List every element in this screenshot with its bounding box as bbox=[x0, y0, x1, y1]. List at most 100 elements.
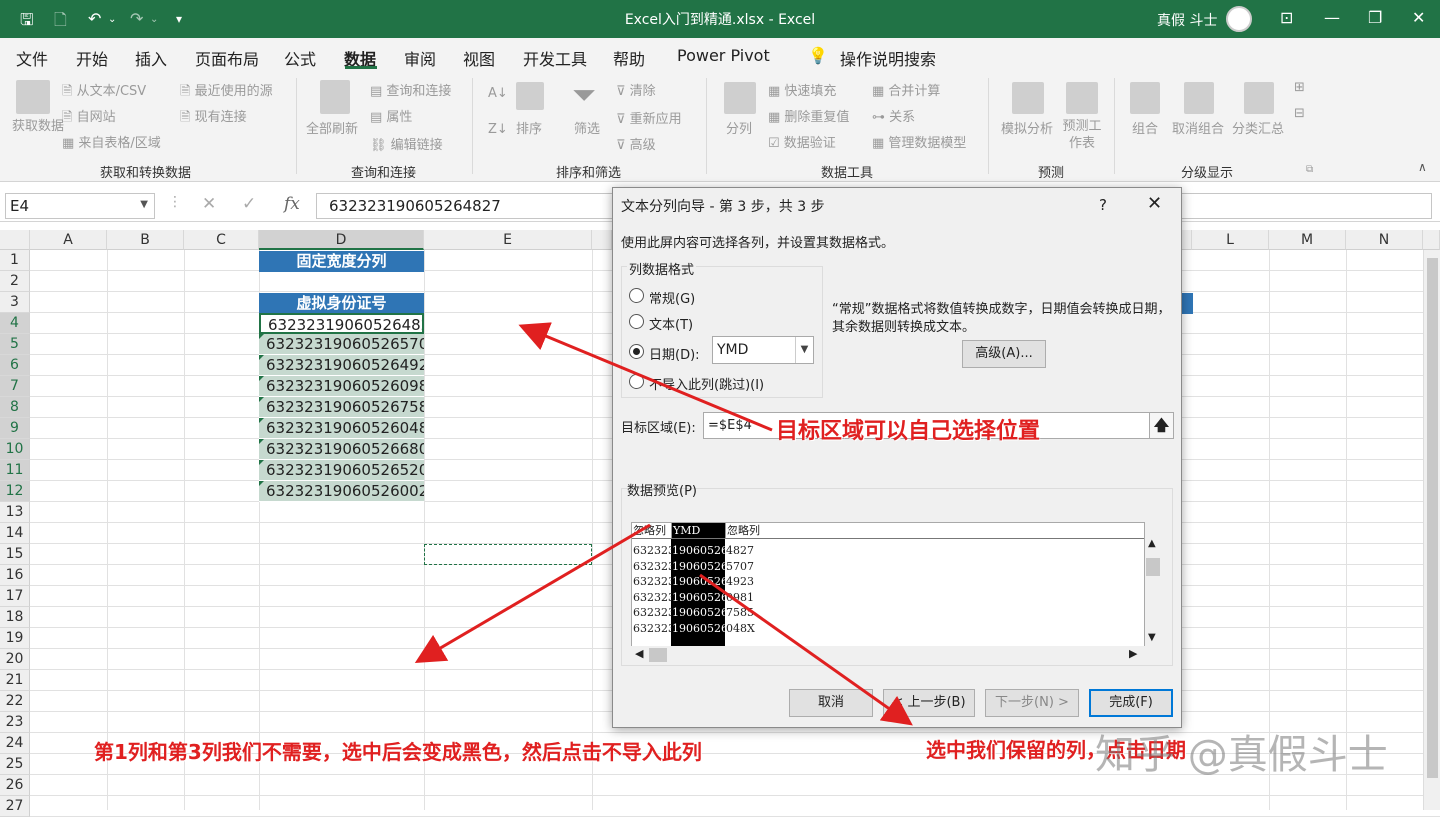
radio-general[interactable] bbox=[629, 288, 644, 303]
preview-horizontal-scrollbar[interactable]: ◀ ▶ bbox=[631, 646, 1145, 664]
properties-button[interactable]: ▤ 属性 bbox=[370, 106, 412, 125]
scroll-up-icon[interactable]: ▲ bbox=[1148, 538, 1156, 549]
row-header[interactable]: 11 bbox=[0, 460, 30, 481]
tab-page-layout[interactable]: 页面布局 bbox=[195, 46, 259, 70]
tab-review[interactable]: 审阅 bbox=[404, 46, 436, 70]
sort-button[interactable]: 排序 bbox=[516, 118, 542, 137]
sheet-vertical-scrollbar[interactable] bbox=[1423, 250, 1440, 810]
avatar[interactable] bbox=[1226, 6, 1252, 32]
col-header-c[interactable]: C bbox=[184, 230, 259, 250]
close-icon[interactable]: ✕ bbox=[1147, 193, 1162, 214]
flash-fill-button[interactable]: ▦ 快速填充 bbox=[768, 80, 836, 99]
tab-home[interactable]: 开始 bbox=[76, 46, 108, 70]
radio-general-label[interactable]: 常规(G) bbox=[649, 288, 695, 307]
preview-vertical-scrollbar[interactable]: ▲ ▼ bbox=[1145, 538, 1161, 648]
row-header[interactable]: 17 bbox=[0, 586, 30, 607]
name-box[interactable]: E4 ▼ bbox=[5, 193, 155, 219]
col-header-f[interactable] bbox=[592, 230, 612, 250]
row-header[interactable]: 20 bbox=[0, 649, 30, 670]
col-header-n[interactable]: N bbox=[1346, 230, 1423, 250]
ungroup-button[interactable]: 取消组合 bbox=[1172, 118, 1224, 137]
radio-date-label[interactable]: 日期(D): bbox=[649, 344, 700, 363]
cancel-button[interactable]: 取消 bbox=[789, 689, 873, 717]
queries-connections-button[interactable]: ▤ 查询和连接 bbox=[370, 80, 451, 99]
row-header[interactable]: 18 bbox=[0, 607, 30, 628]
col-header-k[interactable] bbox=[1182, 230, 1192, 250]
next-button[interactable]: 下一步(N) > bbox=[985, 689, 1079, 717]
tab-file[interactable]: 文件 bbox=[16, 46, 48, 70]
row-header[interactable]: 19 bbox=[0, 628, 30, 649]
scroll-right-icon[interactable]: ▶ bbox=[1129, 647, 1137, 660]
scrollbar-thumb[interactable] bbox=[1427, 258, 1438, 778]
consolidate-button[interactable]: ▦ 合并计算 bbox=[872, 80, 940, 99]
get-data-button[interactable]: 获取数据 bbox=[12, 118, 64, 136]
insert-function-icon[interactable]: fx bbox=[284, 194, 300, 214]
col-header-a[interactable]: A bbox=[30, 230, 107, 250]
row-header[interactable]: 16 bbox=[0, 565, 30, 586]
tab-view[interactable]: 视图 bbox=[463, 46, 495, 70]
clear-filter-button[interactable]: ⊽ 清除 bbox=[616, 80, 656, 99]
row-header[interactable]: 27 bbox=[0, 796, 30, 817]
dialog-launcher-icon[interactable]: ⧉ bbox=[1306, 164, 1313, 175]
from-table-button[interactable]: ▦ 来自表格/区域 bbox=[62, 132, 161, 151]
row-header[interactable]: 3 bbox=[0, 292, 30, 313]
subtotal-button[interactable]: 分类汇总 bbox=[1232, 118, 1284, 137]
table-row[interactable]: 632323190605266806 bbox=[259, 439, 424, 460]
advanced-filter-button[interactable]: ⊽ 高级 bbox=[616, 134, 656, 153]
close-window-icon[interactable]: ✕ bbox=[1412, 8, 1425, 27]
restore-icon[interactable]: ❐ bbox=[1368, 8, 1382, 27]
name-box-dropdown-icon[interactable]: ▼ bbox=[140, 199, 148, 210]
scrollbar-thumb[interactable] bbox=[649, 648, 667, 662]
row-header[interactable]: 9 bbox=[0, 418, 30, 439]
scroll-down-icon[interactable]: ▼ bbox=[1148, 632, 1156, 643]
advanced-button[interactable]: 高级(A)... bbox=[962, 340, 1046, 368]
manage-data-model-button[interactable]: ▦ 管理数据模型 bbox=[872, 132, 966, 151]
radio-text[interactable] bbox=[629, 314, 644, 329]
row-header[interactable]: 22 bbox=[0, 691, 30, 712]
remove-duplicates-button[interactable]: ▦ 删除重复值 bbox=[768, 106, 849, 125]
scrollbar-thumb[interactable] bbox=[1146, 558, 1160, 576]
reapply-button[interactable]: ⊽ 重新应用 bbox=[616, 108, 682, 127]
table-row[interactable]: 632323190605260025 bbox=[259, 481, 424, 502]
row-header[interactable]: 24 bbox=[0, 733, 30, 754]
row-header[interactable]: 13 bbox=[0, 502, 30, 523]
recent-sources-button[interactable]: 🗎 最近使用的源 bbox=[180, 80, 273, 104]
sort-desc-icon[interactable]: Z↓ bbox=[488, 122, 508, 137]
cell-d3[interactable]: 虚拟身份证号 bbox=[259, 293, 424, 314]
row-header[interactable]: 21 bbox=[0, 670, 30, 691]
row-header[interactable]: 14 bbox=[0, 523, 30, 544]
table-row[interactable]: 632323190605264827 bbox=[259, 313, 424, 334]
tell-me-search[interactable]: 操作说明搜索 bbox=[840, 46, 936, 70]
row-header[interactable]: 8 bbox=[0, 397, 30, 418]
select-all-corner[interactable] bbox=[0, 230, 30, 250]
table-row[interactable]: 63232319060526048X bbox=[259, 418, 424, 439]
row-header[interactable]: 4 bbox=[0, 313, 30, 334]
minimize-icon[interactable]: — bbox=[1324, 8, 1340, 27]
table-row[interactable]: 632323190605265707 bbox=[259, 334, 424, 355]
radio-skip-label[interactable]: 不导入此列(跳过)(I) bbox=[649, 374, 764, 393]
existing-connections-button[interactable]: 🗎 现有连接 bbox=[180, 106, 247, 130]
relationships-button[interactable]: ⊶ 关系 bbox=[872, 106, 915, 125]
tab-help[interactable]: 帮助 bbox=[613, 46, 645, 70]
from-web-button[interactable]: 🗎 自网站 bbox=[62, 106, 116, 130]
preview-header-col2[interactable]: YMD bbox=[672, 523, 726, 539]
what-if-button[interactable]: 模拟分析 bbox=[1001, 118, 1053, 137]
row-header[interactable]: 1 bbox=[0, 250, 30, 271]
tab-insert[interactable]: 插入 bbox=[135, 46, 167, 70]
tab-developer[interactable]: 开发工具 bbox=[523, 46, 587, 70]
date-format-select[interactable]: YMD ▼ bbox=[712, 336, 814, 364]
data-validation-button[interactable]: ☑ 数据验证 bbox=[768, 132, 836, 151]
row-header[interactable]: 25 bbox=[0, 754, 30, 775]
ribbon-display-icon[interactable]: ⊡ bbox=[1280, 8, 1293, 27]
col-header-m[interactable]: M bbox=[1269, 230, 1346, 250]
row-header[interactable]: 10 bbox=[0, 439, 30, 460]
finish-button[interactable]: 完成(F) bbox=[1089, 689, 1173, 717]
forecast-sheet-button[interactable]: 预测工作表 bbox=[1062, 118, 1102, 152]
table-row[interactable]: 632323190605264923 bbox=[259, 355, 424, 376]
filter-button[interactable]: 筛选 bbox=[574, 118, 600, 137]
preview-header-col1[interactable]: 忽略列 bbox=[632, 523, 672, 539]
radio-skip[interactable] bbox=[629, 374, 644, 389]
sort-asc-icon[interactable]: A↓ bbox=[488, 86, 508, 101]
row-header[interactable]: 15 bbox=[0, 544, 30, 565]
row-header[interactable]: 12 bbox=[0, 481, 30, 502]
